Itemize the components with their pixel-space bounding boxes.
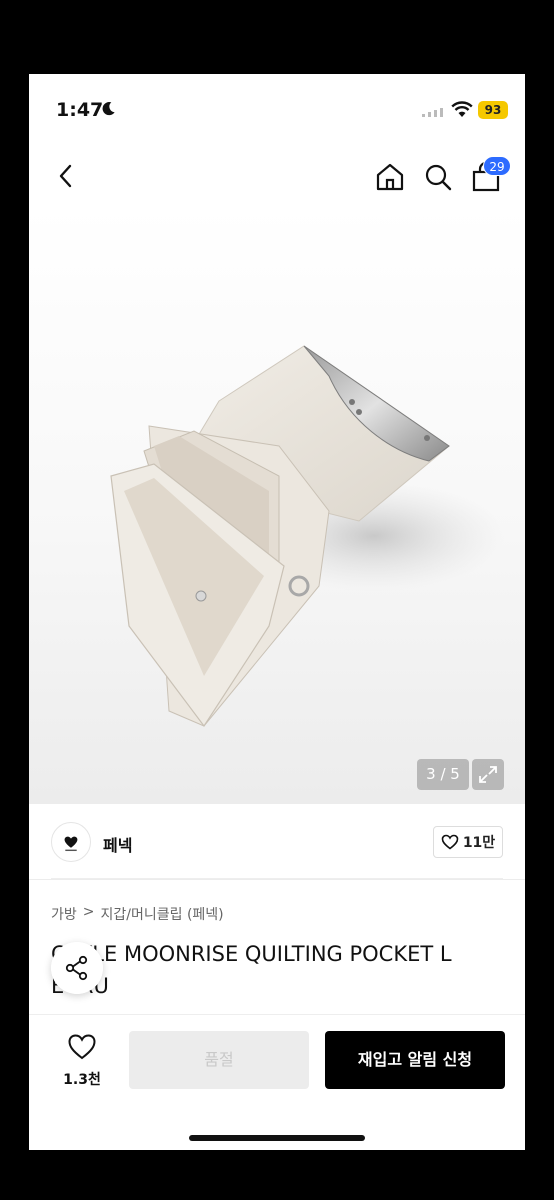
breadcrumb-category[interactable]: 가방 bbox=[51, 904, 77, 924]
breadcrumb-separator: > bbox=[82, 904, 95, 920]
breadcrumb: 가방 > 지갑/머니클립 (페넥) bbox=[51, 904, 224, 924]
home-icon[interactable] bbox=[373, 160, 407, 194]
status-bar: 1:47 93 bbox=[29, 74, 525, 146]
moon-icon bbox=[102, 102, 115, 116]
app-screen: 1:47 93 29 3 / 5 페넥 11만 가방 > 지갑/머니클립 (페넥… bbox=[29, 74, 525, 1150]
expand-icon[interactable] bbox=[472, 759, 504, 790]
product-title: C IKLE MOONRISE QUILTING POCKET L ECRU bbox=[51, 942, 452, 998]
brand-row: 페넥 11만 bbox=[29, 804, 525, 880]
soldout-button: 품절 bbox=[129, 1031, 309, 1089]
product-image[interactable]: 3 / 5 bbox=[29, 206, 525, 804]
share-icon[interactable] bbox=[51, 942, 103, 994]
battery-badge: 93 bbox=[478, 101, 508, 119]
breadcrumb-subcategory[interactable]: 지갑/머니클립 (페넥) bbox=[101, 904, 224, 924]
signal-icon bbox=[422, 108, 443, 117]
wallet-illustration bbox=[110, 345, 504, 728]
wish-button[interactable]: 1.3천 bbox=[57, 1033, 107, 1093]
back-chevron-icon[interactable] bbox=[53, 160, 79, 192]
cart-count-badge: 29 bbox=[483, 156, 511, 176]
restock-alert-button[interactable]: 재입고 알림 신청 bbox=[325, 1031, 505, 1089]
status-time: 1:47 bbox=[56, 99, 104, 121]
brand-name[interactable]: 페넥 bbox=[103, 832, 132, 856]
like-brand-button[interactable]: 11만 bbox=[433, 826, 503, 858]
wish-count: 1.3천 bbox=[63, 1072, 101, 1088]
wifi-icon bbox=[451, 101, 473, 117]
top-nav: 29 bbox=[29, 146, 525, 206]
search-icon[interactable] bbox=[421, 160, 455, 194]
brand-logo[interactable] bbox=[51, 822, 91, 862]
image-counter: 3 / 5 bbox=[417, 759, 469, 790]
heart-icon bbox=[68, 1034, 96, 1060]
like-brand-count: 11만 bbox=[462, 835, 496, 851]
heart-icon bbox=[441, 834, 459, 850]
bottom-action-bar: 1.3천 품절 재입고 알림 신청 bbox=[29, 1014, 525, 1150]
brand-row-inner: 페넥 11만 bbox=[51, 804, 503, 879]
home-indicator bbox=[189, 1135, 365, 1141]
